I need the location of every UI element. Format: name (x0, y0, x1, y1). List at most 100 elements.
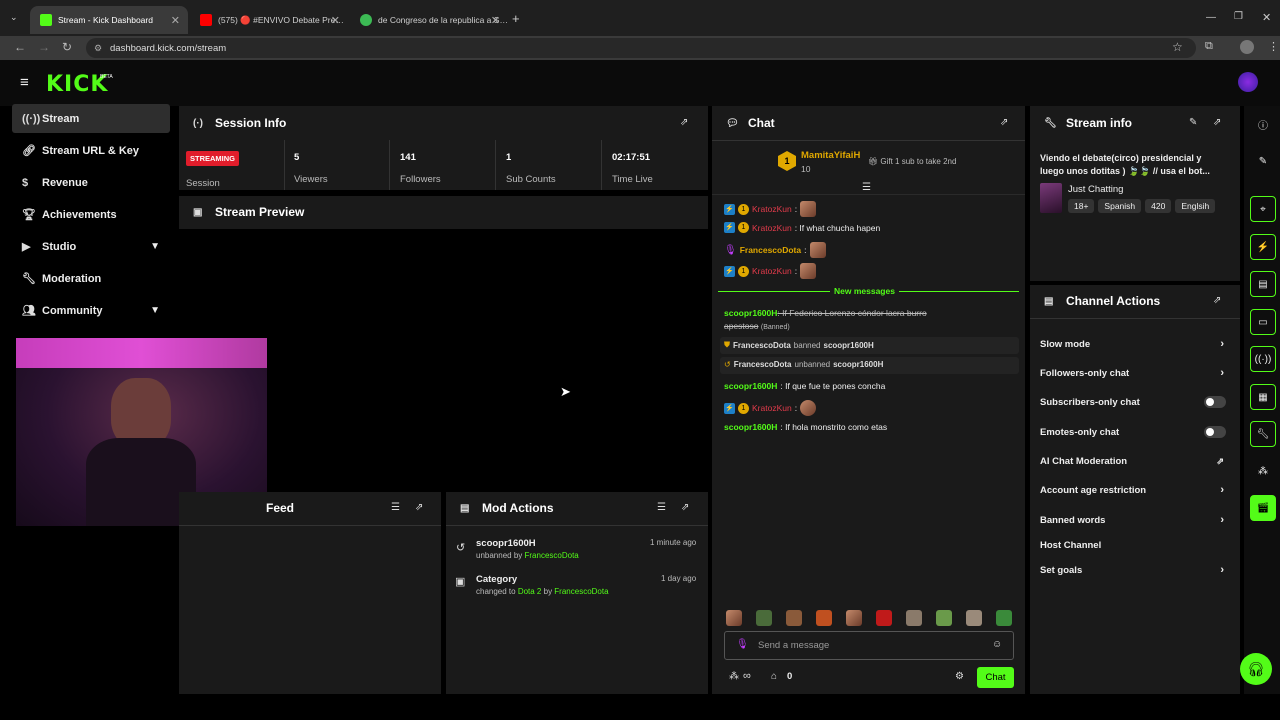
chat-input-placeholder: Send a message (758, 640, 830, 651)
slow-mode-item[interactable]: Slow mode › (1040, 334, 1230, 354)
banned-words-item[interactable]: Banned words › (1040, 510, 1230, 530)
emote-button[interactable] (966, 610, 982, 626)
set-goals-item[interactable]: Set goals › (1040, 560, 1230, 580)
popout-icon[interactable]: ⇗ (1213, 117, 1221, 128)
followers-only-item[interactable]: Followers-only chat › (1040, 363, 1230, 383)
emote-button[interactable] (726, 610, 742, 626)
popout-icon[interactable]: ⇗ (415, 502, 423, 513)
ai-chat-moderation-item[interactable]: AI Chat Moderation ⇗ (1040, 451, 1230, 471)
reload-icon[interactable]: ↻ (62, 40, 72, 54)
sidebar-item-community[interactable]: 👥︎ Community ▼ (12, 296, 170, 325)
chevron-right-icon: › (1220, 564, 1224, 576)
gift-sub-link[interactable]: 🎁︎ Gift 1 sub to take 2nd (868, 157, 956, 166)
store-icon[interactable]: ⌂ (771, 671, 777, 682)
close-tab-icon[interactable]: ✕ (491, 14, 500, 27)
chat-message: ⚡ 1 KratozKun: (724, 263, 817, 279)
support-headset-button[interactable]: 🎧︎ (1240, 653, 1272, 685)
emote-image (809, 242, 826, 258)
channel-actions-title: ▤ Channel Actions (1044, 294, 1161, 308)
site-info-icon[interactable]: ⚙ (94, 43, 102, 54)
emote-button[interactable] (846, 610, 862, 626)
close-tab-icon[interactable]: ✕ (331, 14, 340, 27)
forward-icon[interactable]: → (38, 40, 50, 54)
extensions-icon[interactable]: ⧉ (1205, 40, 1213, 53)
emoji-icon[interactable]: ☺ (992, 639, 1002, 650)
chevron-right-icon: › (1220, 484, 1224, 496)
subscribers-only-item[interactable]: Subscribers-only chat (1040, 392, 1230, 412)
layout-icon[interactable]: ▦ (1250, 384, 1276, 410)
emote-button[interactable] (786, 610, 802, 626)
sidebar-item-moderation[interactable]: 🔧︎ Moderation (12, 264, 170, 293)
sub-badge-icon: 1 (738, 265, 749, 277)
sub-badge-icon: 1 (738, 203, 749, 215)
new-tab-icon[interactable]: + (512, 11, 520, 26)
tab-maps[interactable]: de Congreso de la republica a S… ✕ (350, 6, 508, 34)
host-channel-item[interactable]: Host Channel (1040, 535, 1230, 555)
lightning-icon[interactable]: ⚡ (1250, 234, 1276, 260)
feed-panel (179, 492, 441, 694)
profile-avatar[interactable] (1240, 40, 1254, 54)
popout-icon[interactable]: ⇗ (681, 502, 689, 513)
sidebar-item-achievements[interactable]: 🏆︎ Achievements (12, 200, 170, 229)
emote-button[interactable] (756, 610, 772, 626)
edit-pencil-icon[interactable]: ✎ (1189, 117, 1197, 128)
emote-button[interactable] (906, 610, 922, 626)
tag-chip: Englsih (1175, 199, 1216, 213)
restore-icon[interactable]: ❐ (1234, 11, 1243, 22)
emote-button[interactable] (936, 610, 952, 626)
filter-icon[interactable]: ☰ (391, 502, 400, 513)
edit-icon[interactable]: ✎ (1250, 148, 1276, 174)
tab-youtube[interactable]: (575) 🔴 #ENVIVO Debate Pre… ✕ (190, 6, 348, 34)
chevron-down-icon: ▼ (150, 305, 160, 316)
emote-button[interactable] (816, 610, 832, 626)
sidebar-item-stream[interactable]: ((·)) Stream (12, 104, 170, 133)
bookmark-star-icon[interactable]: ☆ (1172, 40, 1183, 54)
clip-focus-icon[interactable]: ⌖ (1250, 196, 1276, 222)
emote-button[interactable] (996, 610, 1012, 626)
category-icon: ▣ (455, 576, 466, 588)
popout-icon[interactable]: ⇗ (1213, 295, 1221, 306)
viewers-infinity: ∞ (743, 670, 751, 682)
sub-badge-icon: 1 (738, 222, 749, 233)
chat-bubble-icon[interactable]: ▭ (1250, 309, 1276, 335)
top-gifter-name[interactable]: MamitaYifaiH (801, 150, 860, 161)
minimize-icon[interactable]: — (1206, 12, 1216, 23)
community-icon[interactable]: ⁂ (729, 671, 739, 682)
subscribers-only-toggle[interactable] (1204, 396, 1226, 408)
emote-image (800, 400, 817, 416)
account-age-item[interactable]: Account age restriction › (1040, 480, 1230, 500)
emotes-only-toggle[interactable] (1204, 426, 1226, 438)
close-tab-icon[interactable]: ✕ (171, 14, 180, 27)
broadcast-icon[interactable]: ((·)) (1250, 346, 1276, 372)
url-field[interactable]: ⚙ dashboard.kick.com/stream (86, 38, 1196, 58)
category-name[interactable]: Just Chatting (1068, 184, 1123, 195)
browser-menu-icon[interactable]: ⋮ (1268, 40, 1279, 53)
emotes-only-item[interactable]: Emotes-only chat (1040, 422, 1230, 442)
filter-icon[interactable]: ☰ (657, 502, 666, 513)
community-icon[interactable]: ⁂ (1250, 458, 1276, 484)
sidebar-item-studio[interactable]: ▶ Studio ▼ (12, 232, 170, 261)
send-chat-button[interactable]: Chat (977, 667, 1014, 688)
emote-button[interactable] (876, 610, 892, 626)
user-avatar[interactable] (1238, 72, 1258, 92)
close-window-icon[interactable]: ✕ (1262, 11, 1271, 24)
category-thumbnail[interactable] (1040, 183, 1062, 213)
mod-action-title: Category (476, 574, 518, 585)
info-icon[interactable]: ⓘ (1250, 111, 1276, 137)
clapperboard-icon[interactable]: 🎬︎ (1250, 495, 1276, 521)
sidebar-item-revenue[interactable]: $ Revenue (12, 168, 170, 197)
tab-search-icon[interactable]: ⌄ (10, 12, 18, 23)
notes-icon[interactable]: ▤ (1250, 271, 1276, 297)
mic-icon[interactable]: 🎙︎ (736, 639, 749, 650)
hamburger-menu-icon[interactable]: ≡ (20, 74, 29, 91)
back-icon[interactable]: ← (14, 40, 26, 54)
chat-filter-icon[interactable]: ☰ (862, 182, 871, 193)
popout-icon[interactable]: ⇗ (680, 117, 688, 128)
tab-kick-dashboard[interactable]: Stream - Kick Dashboard ✕ (30, 6, 188, 34)
popout-icon[interactable]: ⇗ (1000, 117, 1008, 128)
settings-gear-icon[interactable]: ⚙ (955, 671, 964, 682)
stream-info-title: 🔧︎ Stream info (1044, 116, 1133, 130)
undo-icon: ↺ (456, 542, 466, 554)
sidebar-item-stream-url[interactable]: 🔗︎ Stream URL & Key (12, 136, 170, 165)
wrench-icon[interactable]: 🔧︎ (1250, 421, 1276, 447)
